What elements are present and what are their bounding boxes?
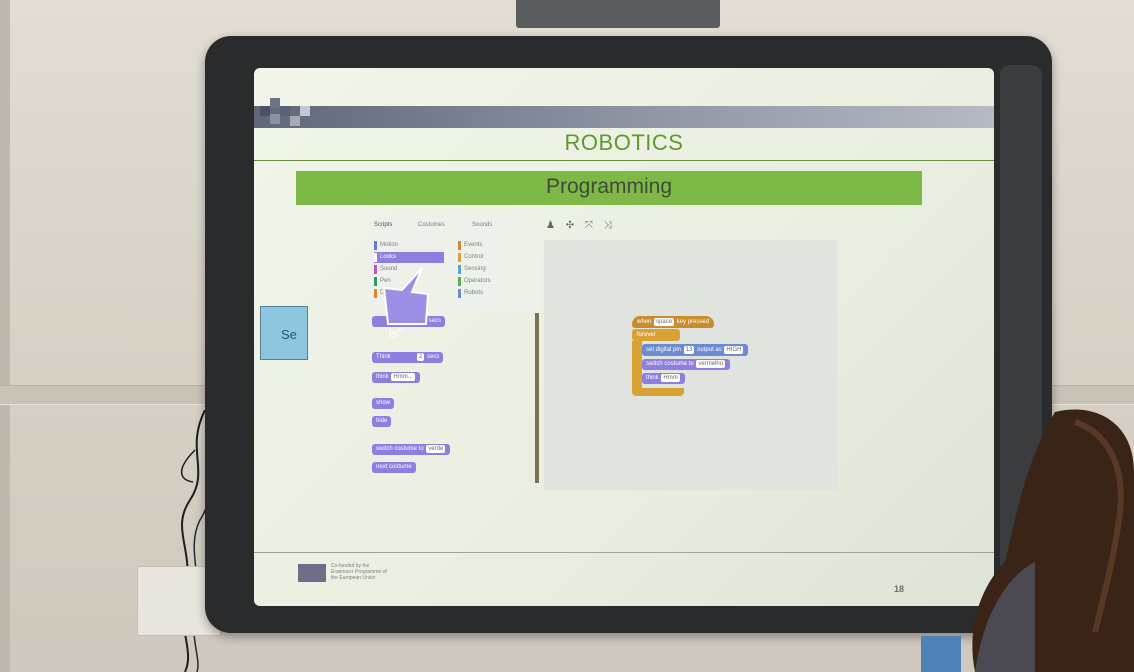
side-card-text: Se <box>281 327 297 342</box>
switch-costume-palette-value[interactable]: verde <box>426 445 446 453</box>
think-script-value[interactable]: Hmm <box>661 374 680 382</box>
switch-costume-script-block[interactable]: switch costume to vermelho <box>642 359 731 370</box>
projected-slide: ROBOTICS Programming Scripts Costumes So… <box>254 68 994 606</box>
switch-costume-script-value[interactable]: vermelho <box>696 360 726 368</box>
say-secs-suffix: secs <box>428 318 442 324</box>
set-digital-pin-block[interactable]: set digital pin 13 output as HIGH <box>642 344 749 356</box>
hat-key-dropdown[interactable]: space <box>654 318 675 326</box>
sprite-toolbar-icons[interactable]: ♟ ✣ ⤧ ⤨ <box>546 220 616 231</box>
think-for-secs-block[interactable]: Think 2 secs <box>372 352 444 363</box>
forever-loop-body <box>632 341 642 393</box>
title-divider <box>254 160 994 161</box>
switch-costume-palette-block[interactable]: switch costume to verde <box>372 444 451 455</box>
category-list-right: Events Control Sensing Operators Robots <box>458 240 491 300</box>
tab-sounds[interactable]: Sounds <box>472 222 492 228</box>
hat-label-after: key pressed <box>676 319 710 325</box>
slide-page-number: 18 <box>894 584 905 594</box>
person-shoulder <box>921 636 961 672</box>
next-costume-block[interactable]: next costume <box>372 462 416 473</box>
tab-scripts[interactable]: Scripts <box>374 222 392 228</box>
scratch-tabs: Scripts Costumes Sounds <box>370 222 540 236</box>
set-digital-label: set digital pin <box>646 347 682 353</box>
person-silhouette <box>972 409 1134 672</box>
think-script-block[interactable]: think Hmm <box>642 373 685 384</box>
offscreen-slide-card: Se <box>260 306 308 360</box>
think-word: think <box>376 374 389 380</box>
think-block[interactable]: think Hmm... <box>372 372 420 383</box>
show-block[interactable]: show <box>372 398 395 409</box>
category-control[interactable]: Control <box>458 252 491 263</box>
category-events[interactable]: Events <box>458 240 491 251</box>
palette-divider <box>535 313 539 483</box>
category-motion[interactable]: Motion <box>374 240 444 251</box>
think-value[interactable]: Hmm... <box>391 373 415 381</box>
when-key-pressed-block[interactable]: when space key pressed <box>632 316 715 328</box>
pixel-logo <box>260 98 320 134</box>
think-script-label: think <box>646 375 659 381</box>
tab-costumes[interactable]: Costumes <box>418 222 445 228</box>
slide-header-strip <box>254 106 994 128</box>
forever-label: forever <box>637 332 656 338</box>
set-digital-middle: output as <box>697 347 722 353</box>
category-operators[interactable]: Operators <box>458 276 491 287</box>
subtitle-bar: Programming <box>296 171 922 205</box>
tooltip-callout <box>382 267 430 325</box>
switch-costume-script-label: switch costume to <box>646 361 694 367</box>
forever-block[interactable]: forever <box>632 329 680 341</box>
slide-subtitle: Programming <box>545 175 673 198</box>
footer-line <box>254 552 994 553</box>
eu-flag-logo <box>298 564 326 582</box>
forever-loop-bottom <box>632 388 684 396</box>
think-secs-suffix: secs <box>427 354 440 360</box>
category-sensing[interactable]: Sensing <box>458 264 491 275</box>
hat-label-when: when <box>637 319 652 325</box>
footer-funding-text: Co-funded by the Erasmus+ Programme of t… <box>331 563 387 581</box>
slide-title: ROBOTICS <box>564 130 684 155</box>
hide-block[interactable]: hide <box>372 416 392 427</box>
category-looks[interactable]: Looks <box>374 252 444 263</box>
set-digital-value[interactable]: HIGH <box>724 346 744 354</box>
projector-mount <box>516 0 720 28</box>
wall-trim <box>0 0 10 672</box>
switch-costume-palette-label: switch costume to <box>376 446 424 452</box>
think-seconds[interactable]: 2 <box>417 353 425 361</box>
tooltip-text: is" <box>389 326 404 341</box>
set-digital-pin[interactable]: 13 <box>683 346 695 354</box>
think-for-word: Think <box>376 354 391 360</box>
category-robots[interactable]: Robots <box>458 288 491 299</box>
